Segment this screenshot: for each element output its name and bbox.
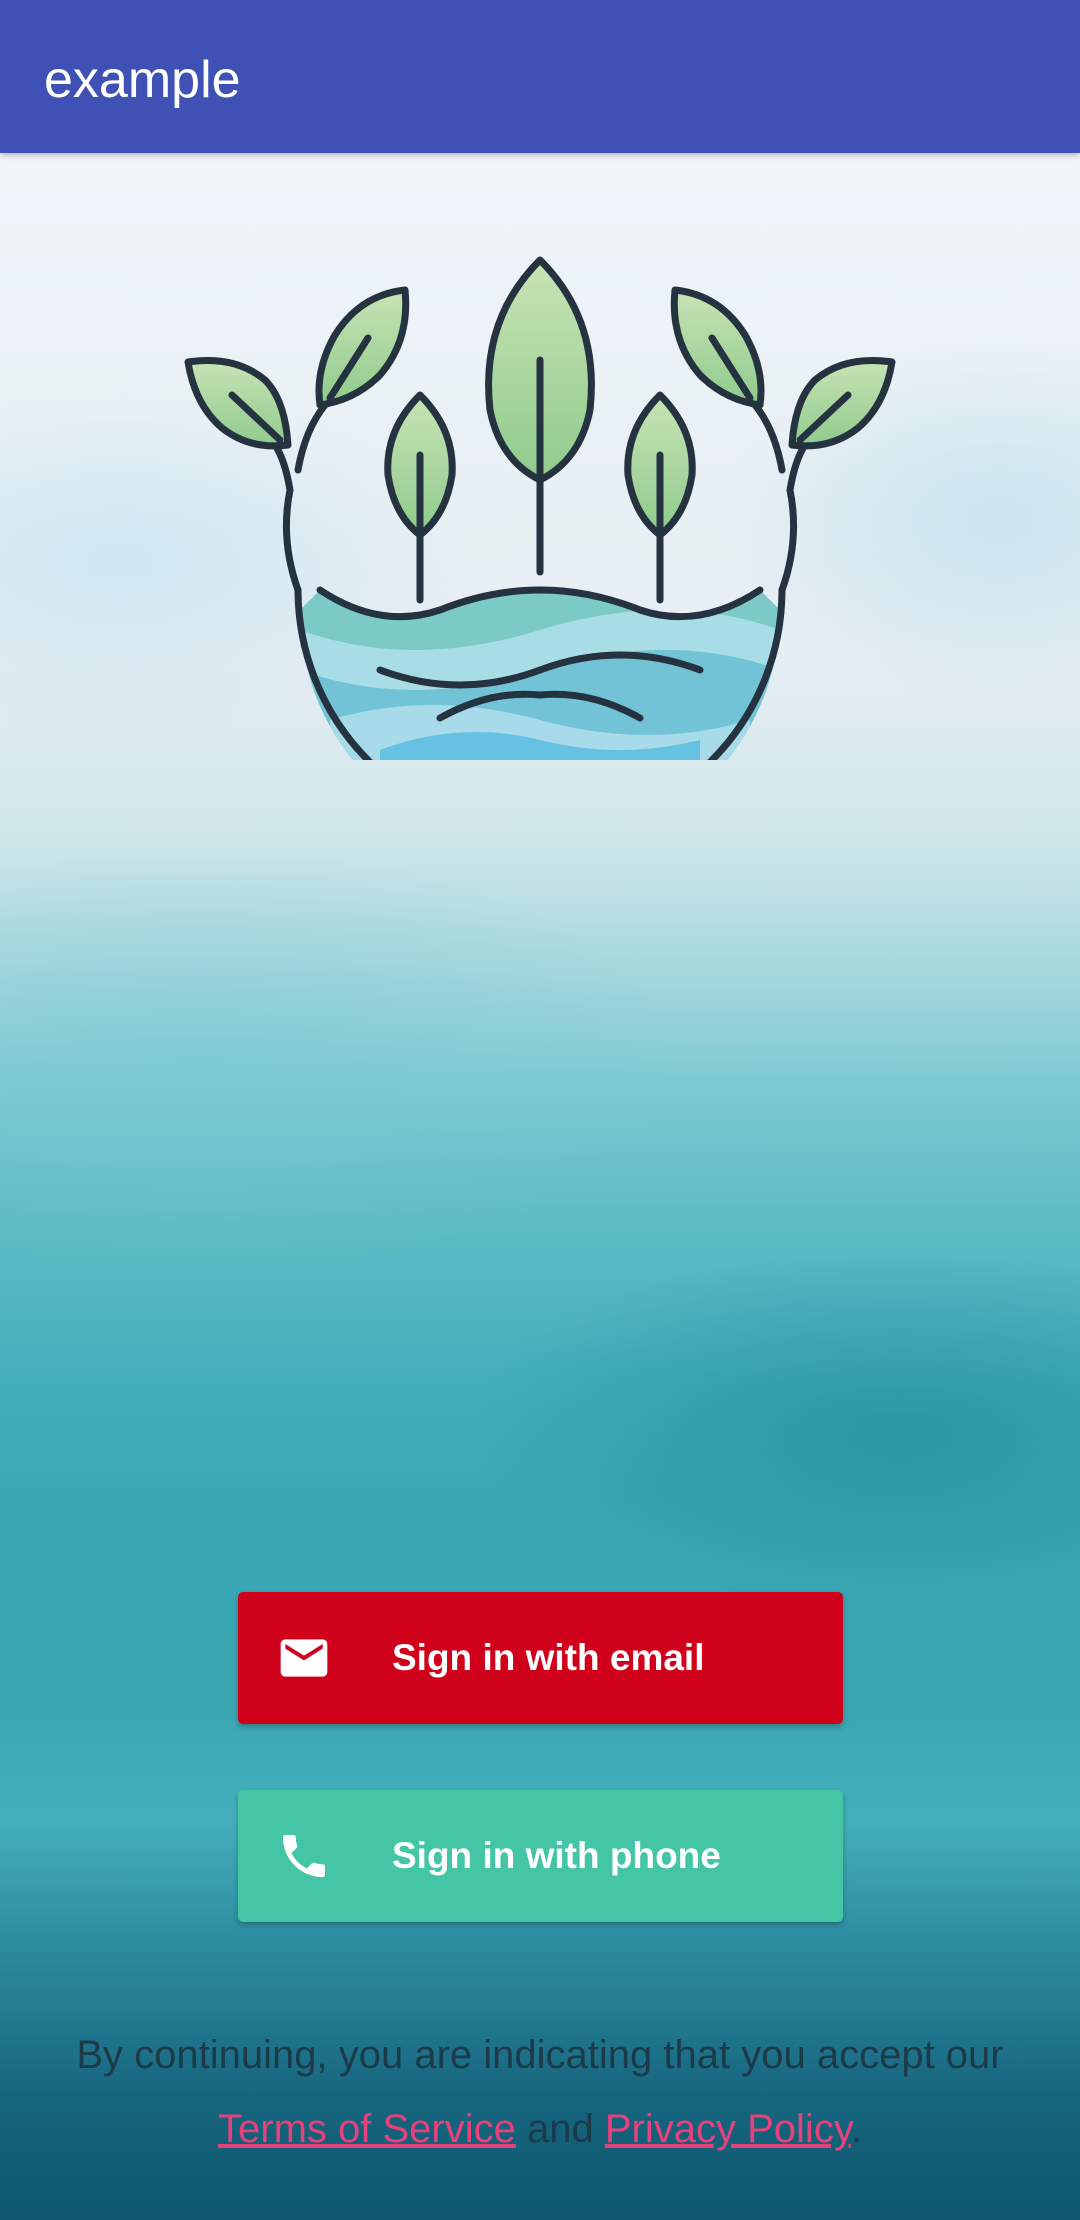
terms-of-service-link[interactable]: Terms of Service	[218, 2107, 516, 2151]
app-bar: example	[0, 0, 1080, 153]
terms-notice: By continuing, you are indicating that y…	[0, 2018, 1080, 2166]
email-icon	[280, 1639, 328, 1677]
terms-intro: By continuing, you are indicating that y…	[76, 2033, 1004, 2077]
privacy-policy-link[interactable]: Privacy Policy	[605, 2107, 851, 2151]
plant-leaves-water-logo	[184, 256, 896, 760]
terms-links-line: Terms of Service and Privacy Policy.	[0, 2092, 1080, 2166]
terms-conjunction: and	[527, 2107, 594, 2151]
sign-in-email-button[interactable]: Sign in with email	[238, 1592, 843, 1724]
sign-in-phone-button[interactable]: Sign in with phone	[238, 1790, 843, 1922]
sign-in-phone-label: Sign in with phone	[392, 1835, 721, 1876]
sign-in-screen: example Sign in with email Sign in with …	[0, 0, 1080, 2220]
sign-in-email-label: Sign in with email	[392, 1637, 705, 1678]
phone-icon	[283, 1835, 325, 1877]
terms-end-period: .	[850, 2107, 862, 2151]
app-title: example	[44, 51, 241, 109]
